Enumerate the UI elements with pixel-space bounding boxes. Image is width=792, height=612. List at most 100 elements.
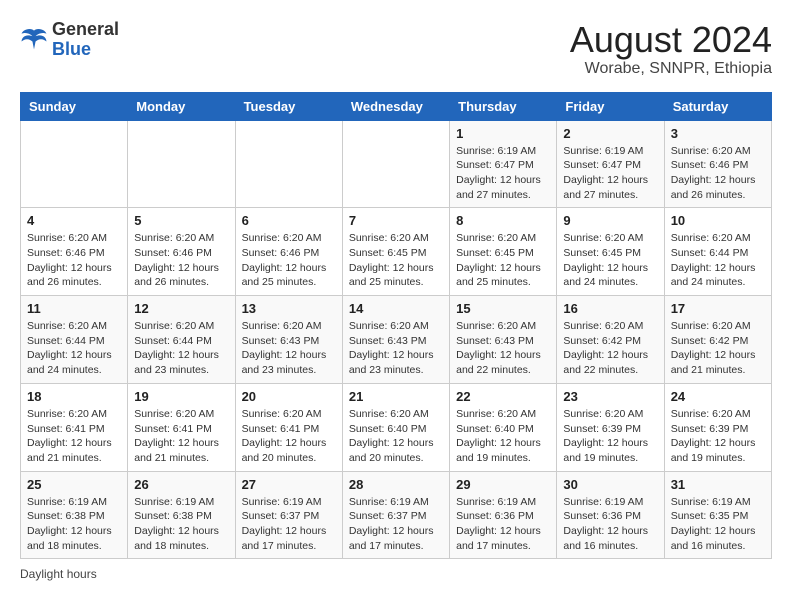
day-number: 31 xyxy=(671,477,765,492)
calendar-day-21: 21Sunrise: 6:20 AM Sunset: 6:40 PM Dayli… xyxy=(342,383,449,471)
page-container: General Blue August 2024 Worabe, SNNPR, … xyxy=(0,0,792,596)
day-number: 18 xyxy=(27,389,121,404)
calendar-day-2: 2Sunrise: 6:19 AM Sunset: 6:47 PM Daylig… xyxy=(557,120,664,208)
day-info: Sunrise: 6:20 AM Sunset: 6:41 PM Dayligh… xyxy=(242,407,336,466)
calendar-day-28: 28 Sunrise: 6:19 AM Sunset: 6:37 PM Dayli… xyxy=(342,471,449,559)
day-info: Sunrise: 6:20 AM Sunset: 6:42 PM Dayligh… xyxy=(671,319,765,378)
day-info: Sunrise: 6:20 AM Sunset: 6:46 PM Dayligh… xyxy=(134,231,228,290)
calendar-week-row: 4 Sunrise: 6:20 AM Sunset: 6:46 PM Daylig… xyxy=(21,208,772,296)
day-number: 29 xyxy=(456,477,550,492)
day-number: 7 xyxy=(349,213,443,228)
day-number: 12 xyxy=(134,301,228,316)
day-number: 20 xyxy=(242,389,336,404)
day-info: Sunrise: 6:20 AM Sunset: 6:40 PM Dayligh… xyxy=(349,407,443,466)
day-info: Sunrise: 6:20 AM Sunset: 6:41 PM Dayligh… xyxy=(27,407,121,466)
day-number: 28 xyxy=(349,477,443,492)
day-info: Sunrise: 6:19 AM Sunset: 6:47 PM Dayligh… xyxy=(456,144,550,203)
day-number: 3 xyxy=(671,126,765,141)
calendar-day-29: 29 Sunrise: 6:19 AM Sunset: 6:36 PM Dayli… xyxy=(450,471,557,559)
day-number: 22 xyxy=(456,389,550,404)
day-info: Sunrise: 6:20 AM Sunset: 6:46 PM Dayligh… xyxy=(242,231,336,290)
month-title: August 2024 xyxy=(570,20,772,60)
location-title: Worabe, SNNPR, Ethiopia xyxy=(570,60,772,78)
day-info: Sunrise: 6:20 AM Sunset: 6:43 PM Dayligh… xyxy=(456,319,550,378)
day-number: 5 xyxy=(134,213,228,228)
day-info: Sunrise: 6:20 AM Sunset: 6:45 PM Dayligh… xyxy=(349,231,443,290)
day-number: 9 xyxy=(563,213,657,228)
calendar-day-6: 6 Sunrise: 6:20 AM Sunset: 6:46 PM Daylig… xyxy=(235,208,342,296)
day-number: 4 xyxy=(27,213,121,228)
calendar-day-17: 17 Sunrise: 6:20 AM Sunset: 6:42 PM Dayli… xyxy=(664,296,771,384)
calendar-day-1: 1Sunrise: 6:19 AM Sunset: 6:47 PM Daylig… xyxy=(450,120,557,208)
calendar-day-12: 12Sunrise: 6:20 AM Sunset: 6:44 PM Dayli… xyxy=(128,296,235,384)
header-area: General Blue August 2024 Worabe, SNNPR, … xyxy=(20,20,772,78)
day-number: 13 xyxy=(242,301,336,316)
calendar-empty-cell xyxy=(235,120,342,208)
weekday-header-monday: Monday xyxy=(128,92,235,120)
calendar-empty-cell xyxy=(128,120,235,208)
calendar-day-4: 4 Sunrise: 6:20 AM Sunset: 6:46 PM Daylig… xyxy=(21,208,128,296)
calendar-week-row: 1Sunrise: 6:19 AM Sunset: 6:47 PM Daylig… xyxy=(21,120,772,208)
calendar-day-5: 5 Sunrise: 6:20 AM Sunset: 6:46 PM Daylig… xyxy=(128,208,235,296)
calendar-day-20: 20 Sunrise: 6:20 AM Sunset: 6:41 PM Dayli… xyxy=(235,383,342,471)
day-number: 8 xyxy=(456,213,550,228)
calendar-day-27: 27 Sunrise: 6:19 AM Sunset: 6:37 PM Dayli… xyxy=(235,471,342,559)
day-info: Sunrise: 6:20 AM Sunset: 6:42 PM Dayligh… xyxy=(563,319,657,378)
logo-blue-text: Blue xyxy=(52,40,119,60)
day-info: Sunrise: 6:20 AM Sunset: 6:43 PM Dayligh… xyxy=(242,319,336,378)
day-number: 26 xyxy=(134,477,228,492)
day-info: Sunrise: 6:19 AM Sunset: 6:37 PM Dayligh… xyxy=(242,495,336,554)
daylight-label: Daylight hours xyxy=(20,567,97,581)
day-info: Sunrise: 6:20 AM Sunset: 6:40 PM Dayligh… xyxy=(456,407,550,466)
weekday-header-row: SundayMondayTuesdayWednesdayThursdayFrid… xyxy=(21,92,772,120)
footer-note: Daylight hours xyxy=(20,567,772,581)
calendar-day-11: 11 Sunrise: 6:20 AM Sunset: 6:44 PM Dayli… xyxy=(21,296,128,384)
day-info: Sunrise: 6:19 AM Sunset: 6:38 PM Dayligh… xyxy=(134,495,228,554)
calendar-day-30: 30Sunrise: 6:19 AM Sunset: 6:36 PM Dayli… xyxy=(557,471,664,559)
day-info: Sunrise: 6:19 AM Sunset: 6:36 PM Dayligh… xyxy=(563,495,657,554)
calendar-day-3: 3 Sunrise: 6:20 AM Sunset: 6:46 PM Daylig… xyxy=(664,120,771,208)
calendar-day-7: 7 Sunrise: 6:20 AM Sunset: 6:45 PM Daylig… xyxy=(342,208,449,296)
day-info: Sunrise: 6:20 AM Sunset: 6:46 PM Dayligh… xyxy=(27,231,121,290)
logo-icon xyxy=(20,26,48,54)
weekday-header-sunday: Sunday xyxy=(21,92,128,120)
calendar-day-9: 9 Sunrise: 6:20 AM Sunset: 6:45 PM Daylig… xyxy=(557,208,664,296)
weekday-header-wednesday: Wednesday xyxy=(342,92,449,120)
day-number: 16 xyxy=(563,301,657,316)
day-info: Sunrise: 6:20 AM Sunset: 6:44 PM Dayligh… xyxy=(671,231,765,290)
calendar-day-25: 25 Sunrise: 6:19 AM Sunset: 6:38 PM Dayli… xyxy=(21,471,128,559)
day-number: 25 xyxy=(27,477,121,492)
weekday-header-friday: Friday xyxy=(557,92,664,120)
day-info: Sunrise: 6:20 AM Sunset: 6:44 PM Dayligh… xyxy=(27,319,121,378)
calendar-day-23: 23Sunrise: 6:20 AM Sunset: 6:39 PM Dayli… xyxy=(557,383,664,471)
calendar-day-31: 31Sunrise: 6:19 AM Sunset: 6:35 PM Dayli… xyxy=(664,471,771,559)
calendar-day-14: 14Sunrise: 6:20 AM Sunset: 6:43 PM Dayli… xyxy=(342,296,449,384)
day-number: 23 xyxy=(563,389,657,404)
calendar-day-22: 22 Sunrise: 6:20 AM Sunset: 6:40 PM Dayli… xyxy=(450,383,557,471)
day-info: Sunrise: 6:20 AM Sunset: 6:45 PM Dayligh… xyxy=(563,231,657,290)
calendar-day-18: 18 Sunrise: 6:20 AM Sunset: 6:41 PM Dayli… xyxy=(21,383,128,471)
day-number: 6 xyxy=(242,213,336,228)
weekday-header-saturday: Saturday xyxy=(664,92,771,120)
day-number: 11 xyxy=(27,301,121,316)
calendar-table: SundayMondayTuesdayWednesdayThursdayFrid… xyxy=(20,92,772,560)
day-number: 17 xyxy=(671,301,765,316)
day-info: Sunrise: 6:19 AM Sunset: 6:37 PM Dayligh… xyxy=(349,495,443,554)
day-info: Sunrise: 6:20 AM Sunset: 6:41 PM Dayligh… xyxy=(134,407,228,466)
day-info: Sunrise: 6:19 AM Sunset: 6:36 PM Dayligh… xyxy=(456,495,550,554)
calendar-empty-cell xyxy=(342,120,449,208)
calendar-week-row: 18 Sunrise: 6:20 AM Sunset: 6:41 PM Dayli… xyxy=(21,383,772,471)
day-info: Sunrise: 6:20 AM Sunset: 6:46 PM Dayligh… xyxy=(671,144,765,203)
day-info: Sunrise: 6:20 AM Sunset: 6:45 PM Dayligh… xyxy=(456,231,550,290)
weekday-header-tuesday: Tuesday xyxy=(235,92,342,120)
title-area: August 2024 Worabe, SNNPR, Ethiopia xyxy=(570,20,772,78)
logo: General Blue xyxy=(20,20,119,60)
day-number: 24 xyxy=(671,389,765,404)
day-number: 15 xyxy=(456,301,550,316)
day-info: Sunrise: 6:19 AM Sunset: 6:47 PM Dayligh… xyxy=(563,144,657,203)
calendar-day-19: 19Sunrise: 6:20 AM Sunset: 6:41 PM Dayli… xyxy=(128,383,235,471)
day-number: 27 xyxy=(242,477,336,492)
day-info: Sunrise: 6:19 AM Sunset: 6:38 PM Dayligh… xyxy=(27,495,121,554)
day-number: 10 xyxy=(671,213,765,228)
calendar-day-8: 8 Sunrise: 6:20 AM Sunset: 6:45 PM Daylig… xyxy=(450,208,557,296)
